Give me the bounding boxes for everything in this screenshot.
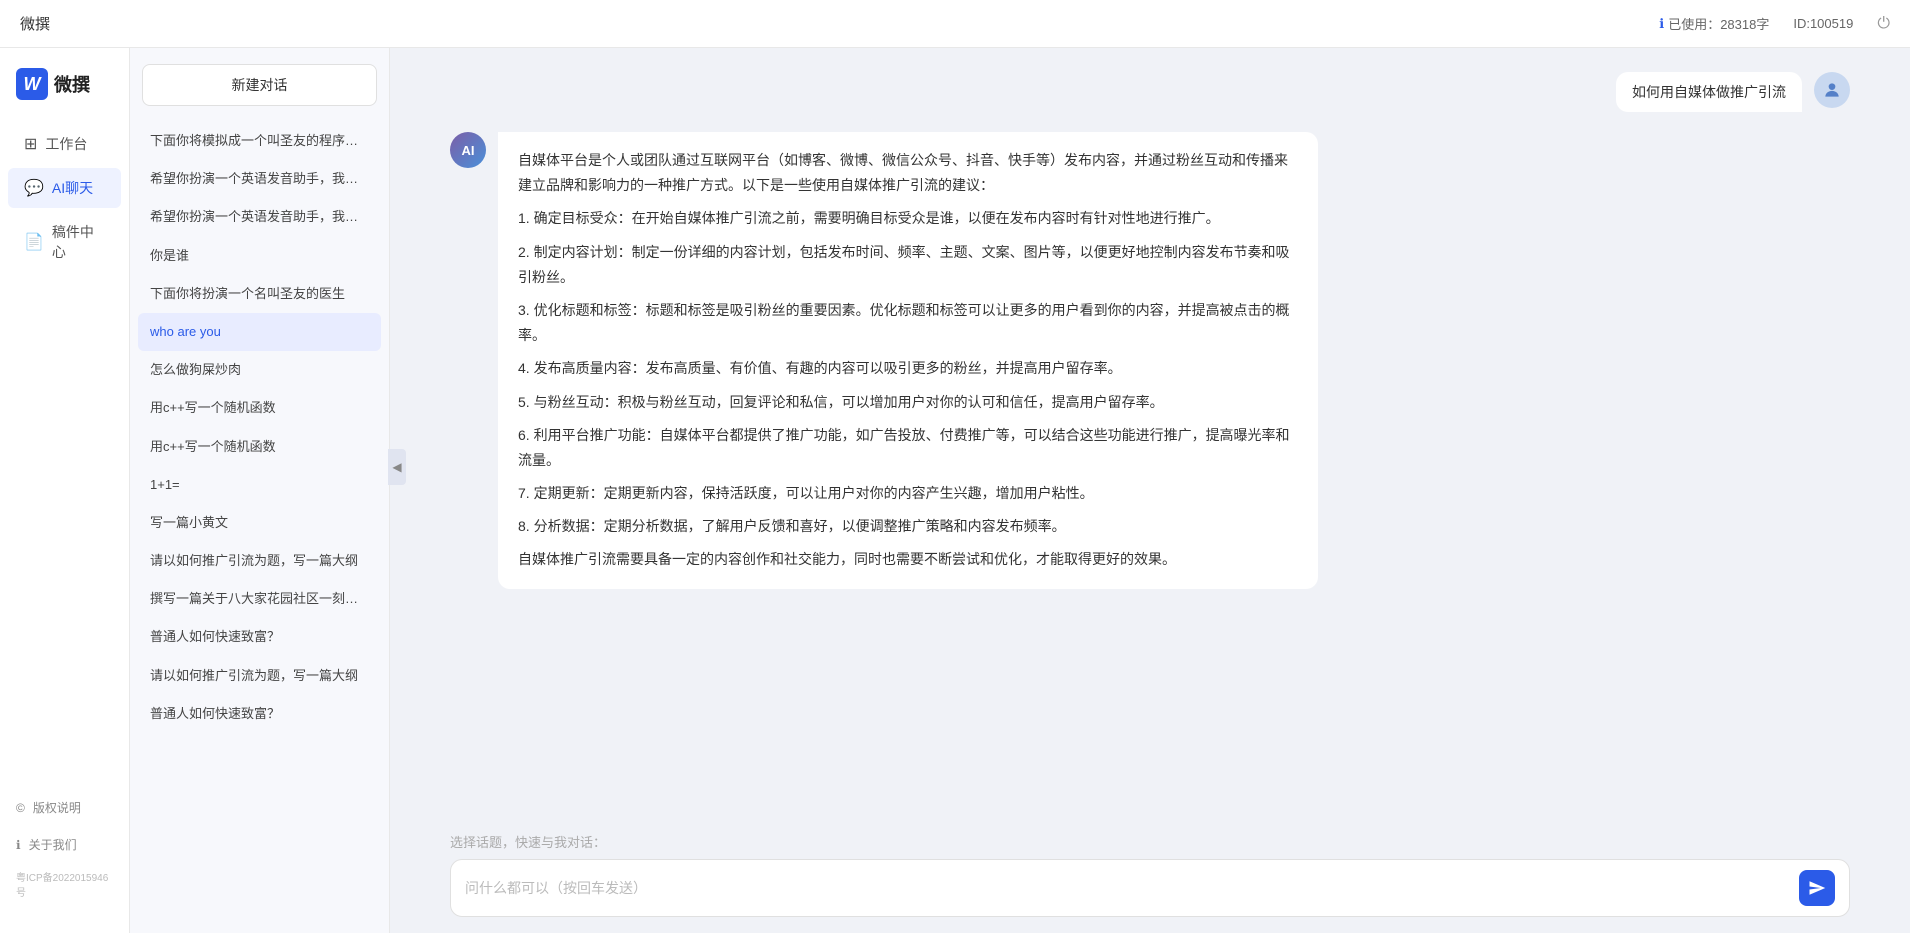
list-item[interactable]: 用c++写一个随机函数 — [138, 389, 381, 427]
sidebar-item-workbench[interactable]: ⊞ 工作台 — [8, 124, 121, 164]
user-avatar — [1814, 72, 1850, 108]
left-nav: W 微撰 ⊞ 工作台 💬 AI聊天 📄 稿件中心 © 版权说明 ℹ — [0, 48, 130, 933]
ai-message-content: 自媒体平台是个人或团队通过互联网平台（如博客、微博、微信公众号、抖音、快手等）发… — [498, 132, 1318, 589]
ai-chat-label: AI聊天 — [52, 178, 93, 198]
sidebar-item-ai-chat[interactable]: 💬 AI聊天 — [8, 168, 121, 208]
user-message-bubble: 如何用自媒体做推广引流 — [1616, 72, 1802, 112]
ai-paragraph: 6. 利用平台推广功能：自媒体平台都提供了推广功能，如广告投放、付费推广等，可以… — [518, 423, 1298, 473]
brand-name: 微撰 — [54, 71, 90, 97]
topbar-title: 微撰 — [20, 13, 50, 34]
ai-avatar: AI — [450, 132, 486, 168]
list-item[interactable]: 怎么做狗屎炒肉 — [138, 351, 381, 389]
logo-area: W 微撰 — [0, 68, 129, 124]
topbar: 微撰 ℹ 已使用：28318字 ID:100519 ⏻ — [0, 0, 1910, 48]
list-item[interactable]: 下面你将扮演一个名叫圣友的医生 — [138, 275, 381, 313]
drafts-icon: 📄 — [24, 232, 44, 252]
sidebar-collapse-button[interactable]: ◀ — [388, 449, 406, 485]
list-item[interactable]: 希望你扮演一个英语发音助手，我提供给你... — [138, 198, 381, 236]
input-box — [450, 859, 1850, 917]
workbench-label: 工作台 — [45, 134, 87, 154]
ai-paragraph: 8. 分析数据：定期分析数据，了解用户反馈和喜好，以便调整推广策略和内容发布频率… — [518, 514, 1298, 539]
quick-topics-label: 选择话题，快速与我对话： — [450, 832, 1850, 851]
list-item[interactable]: 撰写一篇关于八大家花园社区一刻钟便民生... — [138, 580, 381, 618]
about-item[interactable]: ℹ 关于我们 — [0, 828, 129, 861]
list-item[interactable]: who are you — [138, 313, 381, 351]
send-button[interactable] — [1799, 870, 1835, 906]
copyright-icon: © — [16, 801, 25, 815]
copyright-item[interactable]: © 版权说明 — [0, 791, 129, 824]
ai-paragraph: 5. 与粉丝互动：积极与粉丝互动，回复评论和私信，可以增加用户对你的认可和信任，… — [518, 390, 1298, 415]
logo-w-icon: W — [16, 68, 48, 100]
conversation-history-list: 下面你将模拟成一个叫圣友的程序员，我说...希望你扮演一个英语发音助手，我提供给… — [130, 118, 389, 933]
ai-message-row: AI 自媒体平台是个人或团队通过互联网平台（如博客、微博、微信公众号、抖音、快手… — [450, 132, 1850, 589]
power-icon[interactable]: ⏻ — [1877, 15, 1890, 33]
drafts-label: 稿件中心 — [52, 222, 105, 262]
chat-bottom: 选择话题，快速与我对话： — [390, 824, 1910, 933]
list-item[interactable]: 请以如何推广引流为题，写一篇大纲 — [138, 657, 381, 695]
user-message-row: 如何用自媒体做推广引流 — [450, 72, 1850, 112]
ai-paragraph: 2. 制定内容计划：制定一份详细的内容计划，包括发布时间、频率、主题、文案、图片… — [518, 240, 1298, 290]
workbench-icon: ⊞ — [24, 134, 37, 154]
list-item[interactable]: 希望你扮演一个英语发音助手，我提供给你... — [138, 160, 381, 198]
copyright-label: 版权说明 — [33, 799, 81, 816]
sidebar: 新建对话 下面你将模拟成一个叫圣友的程序员，我说...希望你扮演一个英语发音助手… — [130, 48, 390, 933]
new-conversation-button[interactable]: 新建对话 — [142, 64, 377, 106]
chat-input[interactable] — [465, 878, 1791, 906]
topbar-usage: ℹ 已使用：28318字 — [1659, 14, 1769, 33]
nav-items: ⊞ 工作台 💬 AI聊天 📄 稿件中心 — [0, 124, 129, 791]
beian-text: 粤ICP备2022015946号 — [0, 865, 129, 903]
about-label: 关于我们 — [29, 836, 77, 853]
ai-chat-icon: 💬 — [24, 178, 44, 198]
topbar-right: ℹ 已使用：28318字 ID:100519 ⏻ — [1659, 14, 1890, 33]
list-item[interactable]: 用c++写一个随机函数 — [138, 428, 381, 466]
list-item[interactable]: 写一篇小黄文 — [138, 504, 381, 542]
ai-paragraph: 3. 优化标题和标签：标题和标签是吸引粉丝的重要因素。优化标题和标签可以让更多的… — [518, 298, 1298, 348]
info-icon: ℹ — [1659, 16, 1664, 32]
ai-paragraph: 4. 发布高质量内容：发布高质量、有价值、有趣的内容可以吸引更多的粉丝，并提高用… — [518, 356, 1298, 381]
main-layout: W 微撰 ⊞ 工作台 💬 AI聊天 📄 稿件中心 © 版权说明 ℹ — [0, 48, 1910, 933]
ai-paragraph: 自媒体推广引流需要具备一定的内容创作和社交能力，同时也需要不断尝试和优化，才能取… — [518, 547, 1298, 572]
list-item[interactable]: 下面你将模拟成一个叫圣友的程序员，我说... — [138, 122, 381, 160]
list-item[interactable]: 普通人如何快速致富？ — [138, 695, 381, 733]
ai-paragraph: 7. 定期更新：定期更新内容，保持活跃度，可以让用户对你的内容产生兴趣，增加用户… — [518, 481, 1298, 506]
about-icon: ℹ — [16, 838, 21, 852]
list-item[interactable]: 请以如何推广引流为题，写一篇大纲 — [138, 542, 381, 580]
nav-footer: © 版权说明 ℹ 关于我们 粤ICP备2022015946号 — [0, 791, 129, 913]
sidebar-item-drafts[interactable]: 📄 稿件中心 — [8, 212, 121, 272]
list-item[interactable]: 普通人如何快速致富？ — [138, 618, 381, 656]
chat-area: 如何用自媒体做推广引流 AI 自媒体平台是个人或团队通过互联网平台（如博客、微博… — [390, 48, 1910, 933]
usage-text: 已使用：28318字 — [1668, 14, 1769, 33]
ai-paragraph: 自媒体平台是个人或团队通过互联网平台（如博客、微博、微信公众号、抖音、快手等）发… — [518, 148, 1298, 198]
ai-paragraph: 1. 确定目标受众：在开始自媒体推广引流之前，需要明确目标受众是谁，以便在发布内… — [518, 206, 1298, 231]
topbar-id: ID:100519 — [1793, 16, 1853, 31]
list-item[interactable]: 你是谁 — [138, 237, 381, 275]
chat-messages: 如何用自媒体做推广引流 AI 自媒体平台是个人或团队通过互联网平台（如博客、微博… — [390, 48, 1910, 824]
list-item[interactable]: 1+1= — [138, 466, 381, 504]
